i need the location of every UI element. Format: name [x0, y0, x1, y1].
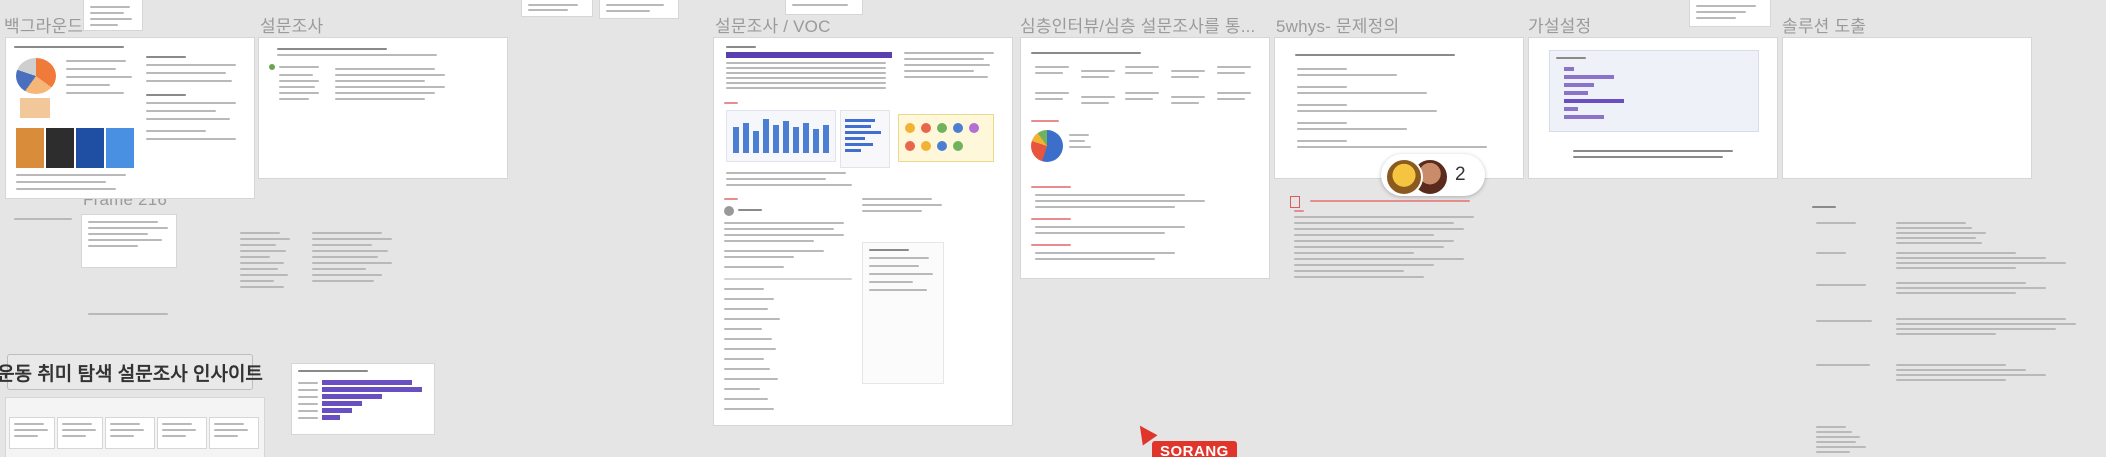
- sticky-note[interactable]: [600, 0, 678, 18]
- frame-title-interview[interactable]: 심층인터뷰/심층 설문조사를 통...: [1020, 12, 1255, 37]
- frame-interview[interactable]: [1021, 38, 1269, 278]
- collaborator-avatars[interactable]: 2: [1381, 154, 1485, 196]
- slide-thumbnail[interactable]: [210, 418, 258, 448]
- frame-survey-voc[interactable]: [714, 38, 1012, 425]
- frame-title-hypothesis[interactable]: 가설설정: [1528, 12, 1591, 37]
- sticky-note[interactable]: [522, 0, 592, 16]
- frame-216[interactable]: [82, 215, 176, 267]
- bar-chart-card[interactable]: [292, 364, 434, 434]
- text-column: [312, 232, 398, 292]
- voc-reply: [862, 198, 952, 218]
- avatar[interactable]: [1385, 158, 1423, 196]
- collaborator-count: 2: [1455, 164, 1466, 185]
- voc-post: [724, 204, 852, 420]
- voc-card: [862, 242, 944, 384]
- frame-title-5whys[interactable]: 5whys- 문제정의: [1276, 12, 1399, 37]
- frame-solution[interactable]: [1783, 38, 2031, 178]
- column-chart: [726, 110, 836, 162]
- sticky-note[interactable]: [786, 0, 862, 14]
- design-canvas[interactable]: 백그라운드 설문조사 설문조사 / VOC 심층인터뷰/심층 설문조사를 통..…: [0, 0, 2106, 457]
- slide-thumbnail[interactable]: [106, 418, 154, 448]
- frame-title-voc[interactable]: 설문조사 / VOC: [715, 12, 831, 37]
- emoji-chart: [898, 114, 994, 162]
- text-column: [240, 232, 300, 292]
- hypothesis-chart: [1549, 50, 1759, 132]
- pie-chart: [1031, 130, 1063, 162]
- sticky-note[interactable]: [84, 0, 142, 30]
- frame-hypothesis[interactable]: [1529, 38, 1777, 178]
- slide-thumbnail[interactable]: [10, 418, 54, 448]
- frame-background[interactable]: [6, 38, 254, 198]
- frame-title-background[interactable]: 백그라운드: [4, 12, 83, 37]
- cursor-user-label: SORANG: [1152, 441, 1237, 457]
- sticky-note[interactable]: [1690, 0, 1770, 26]
- slide-thumbnail[interactable]: [158, 418, 206, 448]
- frame-survey[interactable]: [259, 38, 507, 178]
- bar-chart-mini: [840, 110, 890, 168]
- insight-slides-board[interactable]: [6, 398, 264, 457]
- frame-title-solution[interactable]: 솔루션 도출: [1782, 12, 1866, 37]
- solution-notes: [1812, 206, 2106, 457]
- insight-section-label[interactable]: 운동 취미 탐색 설문조사 인사이트: [0, 354, 263, 390]
- frame-title-survey[interactable]: 설문조사: [260, 12, 323, 37]
- fivewhys-notes: [1290, 196, 1490, 286]
- slide-thumbnail[interactable]: [58, 418, 102, 448]
